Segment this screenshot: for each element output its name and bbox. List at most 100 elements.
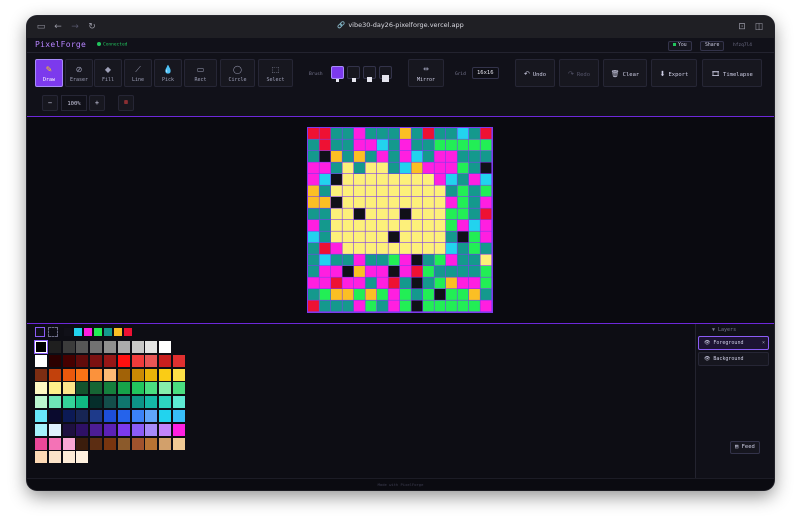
- pixel-cell[interactable]: [400, 254, 411, 266]
- pixel-cell[interactable]: [342, 174, 354, 185]
- pixel-cell[interactable]: [308, 231, 319, 243]
- pixel-cell[interactable]: [365, 208, 377, 220]
- pixel-cell[interactable]: [480, 220, 492, 231]
- pixel-cell[interactable]: [388, 300, 400, 312]
- pixel-cell[interactable]: [319, 254, 331, 266]
- pixel-cell[interactable]: [354, 197, 365, 208]
- pixel-cell[interactable]: [457, 151, 469, 162]
- palette-swatch[interactable]: [62, 354, 75, 367]
- pixel-cell[interactable]: [331, 220, 342, 231]
- pixel-cell[interactable]: [308, 277, 319, 289]
- pixel-cell[interactable]: [411, 128, 423, 139]
- pixel-cell[interactable]: [365, 277, 377, 289]
- palette-swatch[interactable]: [159, 354, 172, 367]
- pixel-cell[interactable]: [319, 220, 331, 231]
- tool-rect[interactable]: ▭ Rect: [184, 59, 217, 87]
- pixel-cell[interactable]: [434, 231, 446, 243]
- eye-icon[interactable]: 👁: [704, 340, 710, 346]
- pixel-cell[interactable]: [480, 128, 492, 139]
- palette-swatch[interactable]: [145, 354, 158, 367]
- palette-swatch[interactable]: [62, 396, 75, 409]
- pixel-cell[interactable]: [457, 220, 469, 231]
- palette-swatch[interactable]: [117, 382, 130, 395]
- palette-swatch[interactable]: [159, 410, 172, 422]
- pixel-cell[interactable]: [400, 300, 411, 312]
- brush-size-4-button[interactable]: [379, 66, 392, 82]
- palette-swatch[interactable]: [131, 382, 144, 395]
- palette-swatch[interactable]: [104, 410, 116, 422]
- pixel-cell[interactable]: [423, 289, 434, 300]
- pixel-cell[interactable]: [480, 243, 492, 254]
- pixel-cell[interactable]: [342, 266, 354, 277]
- pixel-cell[interactable]: [446, 174, 457, 185]
- pixel-cell[interactable]: [400, 197, 411, 208]
- pixel-cell[interactable]: [377, 139, 388, 151]
- pixel-cell[interactable]: [411, 277, 423, 289]
- tool-draw[interactable]: ✎ Draw: [35, 59, 63, 87]
- pixel-cell[interactable]: [354, 220, 365, 231]
- pixel-cell[interactable]: [411, 151, 423, 162]
- palette-swatch[interactable]: [34, 340, 48, 354]
- palette-swatch[interactable]: [62, 382, 75, 395]
- pixel-cell[interactable]: [377, 151, 388, 162]
- pixel-cell[interactable]: [480, 151, 492, 162]
- pixel-cell[interactable]: [469, 185, 480, 197]
- pixel-cell[interactable]: [423, 197, 434, 208]
- palette-swatch[interactable]: [76, 410, 89, 422]
- pixel-cell[interactable]: [480, 197, 492, 208]
- pixel-cell[interactable]: [480, 208, 492, 220]
- palette-swatch[interactable]: [35, 437, 47, 450]
- palette-swatch[interactable]: [48, 341, 61, 353]
- close-icon[interactable]: ×: [762, 337, 765, 349]
- pixel-cell[interactable]: [308, 243, 319, 254]
- pixel-cell[interactable]: [319, 128, 331, 139]
- pixel-cell[interactable]: [423, 243, 434, 254]
- palette-swatch[interactable]: [90, 437, 103, 450]
- pixel-cell[interactable]: [400, 128, 411, 139]
- tool-circle[interactable]: ◯ Circle: [220, 59, 255, 87]
- pixel-cell[interactable]: [377, 197, 388, 208]
- pixel-cell[interactable]: [411, 300, 423, 312]
- palette-swatch[interactable]: [173, 354, 185, 367]
- pixel-cell[interactable]: [446, 185, 457, 197]
- pixel-cell[interactable]: [411, 289, 423, 300]
- pixel-cell[interactable]: [457, 266, 469, 277]
- recent-color-swatch[interactable]: [94, 328, 102, 336]
- pixel-cell[interactable]: [331, 231, 342, 243]
- pixel-cell[interactable]: [423, 139, 434, 151]
- palette-swatch[interactable]: [76, 382, 89, 395]
- pixel-cell[interactable]: [388, 220, 400, 231]
- palette-swatch[interactable]: [145, 423, 158, 436]
- palette-swatch[interactable]: [48, 423, 61, 436]
- layer-foreground[interactable]: 👁 Foreground ×: [698, 336, 769, 350]
- pixel-cell[interactable]: [411, 139, 423, 151]
- pixel-cell[interactable]: [388, 254, 400, 266]
- pixel-cell[interactable]: [331, 162, 342, 174]
- pixel-cell[interactable]: [434, 220, 446, 231]
- pixel-cell[interactable]: [365, 128, 377, 139]
- grid-size-select[interactable]: 16x16: [472, 67, 499, 79]
- pixel-cell[interactable]: [388, 185, 400, 197]
- pixel-cell[interactable]: [308, 300, 319, 312]
- recent-color-swatch[interactable]: [64, 328, 72, 336]
- palette-swatch[interactable]: [159, 396, 172, 409]
- address-bar[interactable]: 🔗 vibe30-day26-pixelforge.vercel.app: [27, 21, 774, 29]
- palette-swatch[interactable]: [90, 410, 103, 422]
- pixel-cell[interactable]: [377, 185, 388, 197]
- pixel-cell[interactable]: [308, 151, 319, 162]
- palette-swatch[interactable]: [104, 396, 116, 409]
- pixel-cell[interactable]: [388, 266, 400, 277]
- pixel-cell[interactable]: [377, 220, 388, 231]
- pixel-cell[interactable]: [400, 243, 411, 254]
- pixel-cell[interactable]: [365, 231, 377, 243]
- split-view-icon[interactable]: ◫: [752, 20, 766, 34]
- recent-color-swatch[interactable]: [104, 328, 112, 336]
- pixel-cell[interactable]: [423, 231, 434, 243]
- pixel-cell[interactable]: [411, 208, 423, 220]
- mirror-button[interactable]: ⇹ Mirror: [408, 59, 444, 87]
- pixel-cell[interactable]: [388, 197, 400, 208]
- pixel-cell[interactable]: [331, 266, 342, 277]
- recent-color-swatch[interactable]: [124, 328, 132, 336]
- pixel-cell[interactable]: [469, 277, 480, 289]
- pixel-cell[interactable]: [446, 220, 457, 231]
